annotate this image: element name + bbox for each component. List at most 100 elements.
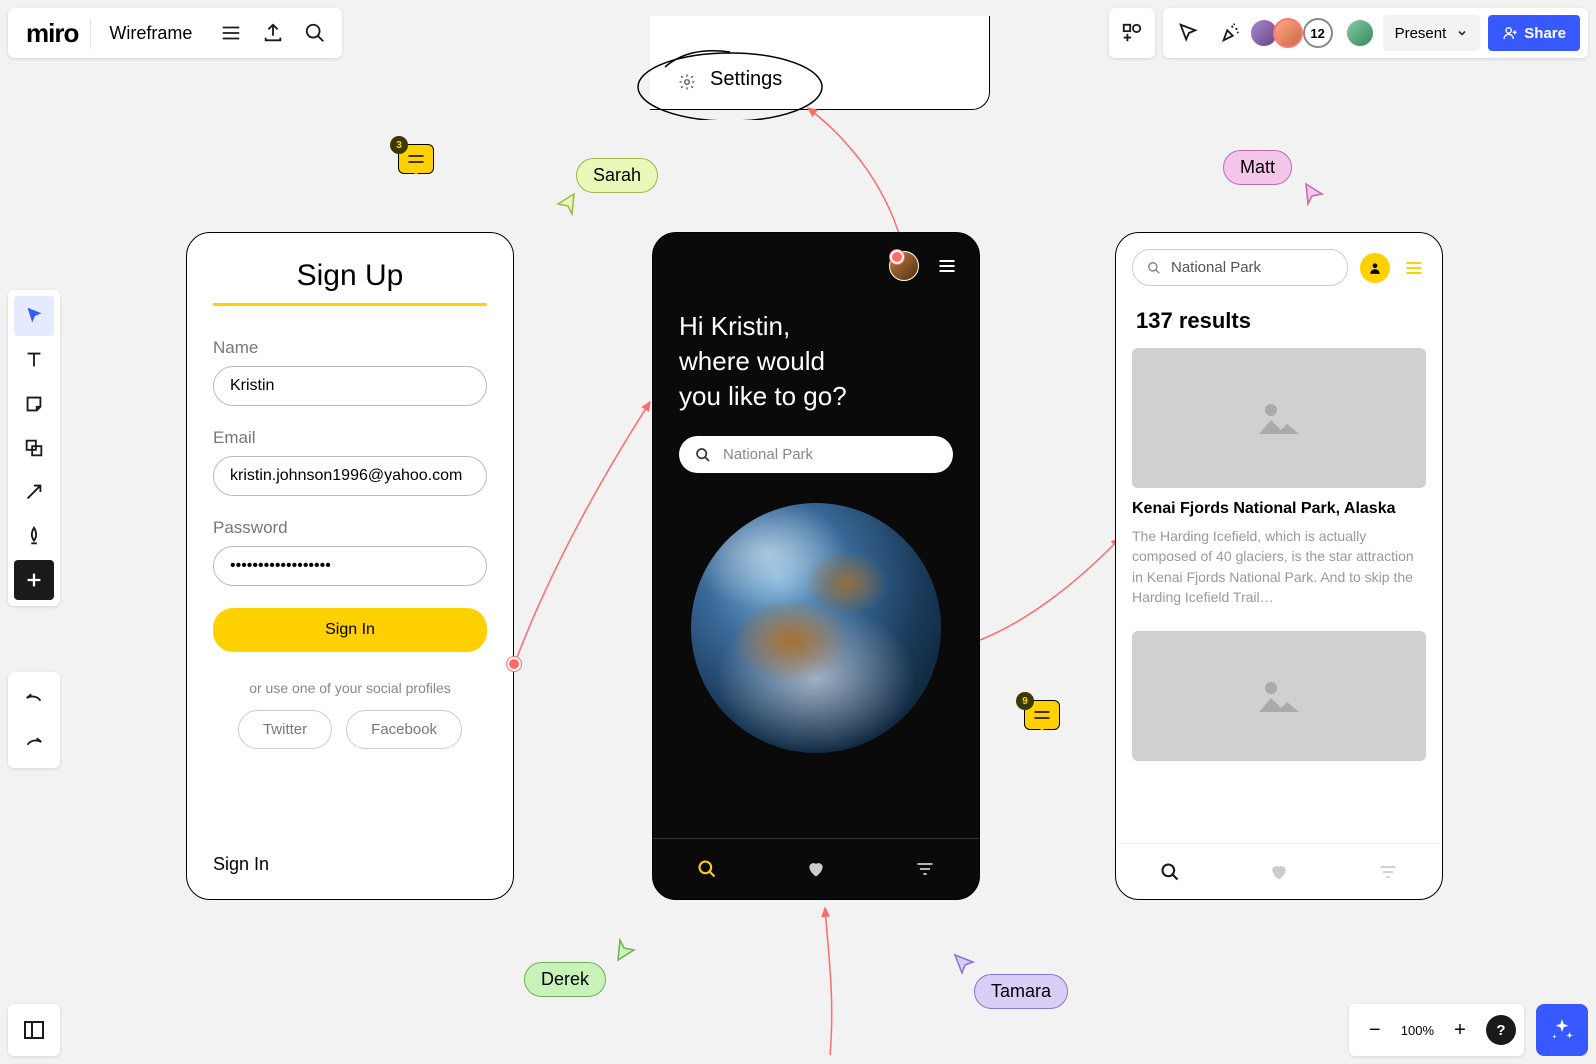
flow-arrow (800, 900, 860, 1060)
cursor-mode-button[interactable] (1171, 12, 1205, 54)
tab-filters[interactable] (1333, 844, 1442, 899)
export-button[interactable] (252, 12, 294, 54)
earth-image (691, 503, 941, 753)
cursor-label-tamara: Tamara (974, 974, 1068, 1009)
search-input[interactable]: National Park (679, 436, 953, 473)
tool-arrow[interactable] (14, 472, 54, 512)
search-icon (1147, 261, 1161, 275)
ai-assist-button[interactable] (1536, 1004, 1588, 1056)
comment-count: 3 (390, 136, 408, 154)
password-label: Password (213, 518, 487, 538)
tool-select[interactable] (14, 296, 54, 336)
cursor-label-matt: Matt (1223, 150, 1292, 185)
avatar (1273, 18, 1303, 48)
present-button[interactable]: Present (1383, 15, 1481, 51)
avatar-overflow-count: 12 (1303, 18, 1333, 48)
zoom-value[interactable]: 100% (1401, 1023, 1434, 1038)
undo-redo-toolbar (8, 672, 60, 768)
apps-button[interactable] (1109, 8, 1155, 58)
zoom-out-button[interactable]: − (1357, 1012, 1393, 1048)
email-field[interactable] (213, 456, 487, 496)
comment-bubble[interactable]: 3 (398, 144, 434, 174)
bottom-tabs (1116, 843, 1442, 899)
collab-block: 12 Present Share (1163, 8, 1588, 58)
submit-button[interactable]: Sign In (213, 608, 487, 652)
present-label: Present (1395, 25, 1447, 42)
tab-search[interactable] (653, 839, 762, 899)
email-label: Email (213, 428, 487, 448)
wireframe-results[interactable]: National Park 137 results Kenai Fjords N… (1115, 232, 1443, 900)
comment-bubble[interactable]: 9 (1024, 700, 1060, 730)
tab-favorites[interactable] (762, 839, 871, 899)
signup-title: Sign Up (213, 259, 487, 293)
wireframe-home[interactable]: Hi Kristin, where would you like to go? … (652, 232, 980, 900)
result-image (1132, 631, 1426, 761)
panel-icon (22, 1018, 46, 1042)
wireframe-signup[interactable]: Sign Up Name Email Password Sign In or u… (186, 232, 514, 900)
hamburger-icon[interactable] (935, 256, 959, 276)
zoom-controls: − 100% + ? (1349, 1004, 1524, 1056)
frames-panel-button[interactable] (8, 1004, 60, 1056)
board-name[interactable]: Wireframe (91, 23, 210, 44)
cursor-icon (1177, 22, 1199, 44)
twitter-button[interactable]: Twitter (238, 710, 332, 749)
selection-handle[interactable] (507, 657, 521, 671)
cursor-label-derek: Derek (524, 962, 606, 997)
flow-arrow (970, 520, 1130, 650)
search-placeholder: National Park (723, 446, 813, 463)
annotation-ellipse (630, 42, 830, 120)
miro-logo[interactable]: miro (14, 18, 91, 49)
results-count: 137 results (1132, 308, 1426, 334)
zoom-in-button[interactable]: + (1442, 1012, 1478, 1048)
comment-count: 9 (1016, 692, 1034, 710)
tab-search[interactable] (1116, 844, 1225, 899)
search-icon (695, 447, 711, 463)
result-image (1132, 348, 1426, 488)
hamburger-icon (220, 22, 242, 44)
undo-button[interactable] (14, 678, 54, 718)
facebook-button[interactable]: Facebook (346, 710, 462, 749)
tab-favorites[interactable] (1225, 844, 1334, 899)
upload-icon (262, 22, 284, 44)
user-icon[interactable] (1360, 253, 1390, 283)
cursor-arrow-icon (554, 192, 578, 216)
result-description: The Harding Icefield, which is actually … (1132, 526, 1426, 607)
tool-shapes[interactable] (14, 428, 54, 468)
name-field[interactable] (213, 366, 487, 406)
left-toolbar (8, 290, 60, 606)
cursor-arrow-icon (1302, 182, 1326, 206)
avatar-stack[interactable]: 12 (1255, 18, 1333, 48)
chevron-down-icon (1456, 27, 1468, 39)
signin-link[interactable]: Sign In (213, 854, 269, 875)
redo-button[interactable] (14, 722, 54, 762)
search-button[interactable] (294, 12, 336, 54)
confetti-icon (1219, 22, 1241, 44)
selection-handle[interactable] (890, 250, 904, 264)
password-field[interactable] (213, 546, 487, 586)
bottom-tabs (653, 838, 979, 899)
result-title: Kenai Fjords National Park, Alaska (1132, 500, 1426, 518)
current-user-avatar[interactable] (1345, 18, 1375, 48)
sparkle-icon (1549, 1017, 1575, 1043)
name-label: Name (213, 338, 487, 358)
tool-text[interactable] (14, 340, 54, 380)
tool-pen[interactable] (14, 516, 54, 556)
cursor-arrow-icon (952, 952, 976, 976)
tool-add[interactable] (14, 560, 54, 600)
search-value: National Park (1171, 259, 1261, 276)
main-menu-button[interactable] (210, 12, 252, 54)
tool-sticky[interactable] (14, 384, 54, 424)
person-plus-icon (1502, 25, 1518, 41)
search-input[interactable]: National Park (1132, 249, 1348, 286)
header-right: 12 Present Share (1109, 8, 1588, 58)
greeting-text: Hi Kristin, where would you like to go? (653, 299, 979, 436)
image-placeholder-icon (1254, 676, 1304, 716)
tab-filters[interactable] (870, 839, 979, 899)
share-button[interactable]: Share (1488, 15, 1580, 51)
search-icon (304, 22, 326, 44)
hamburger-icon[interactable] (1402, 258, 1426, 278)
alt-text: or use one of your social profiles (213, 680, 487, 696)
help-button[interactable]: ? (1486, 1015, 1516, 1045)
reactions-button[interactable] (1213, 12, 1247, 54)
cursor-label-sarah: Sarah (576, 158, 658, 193)
